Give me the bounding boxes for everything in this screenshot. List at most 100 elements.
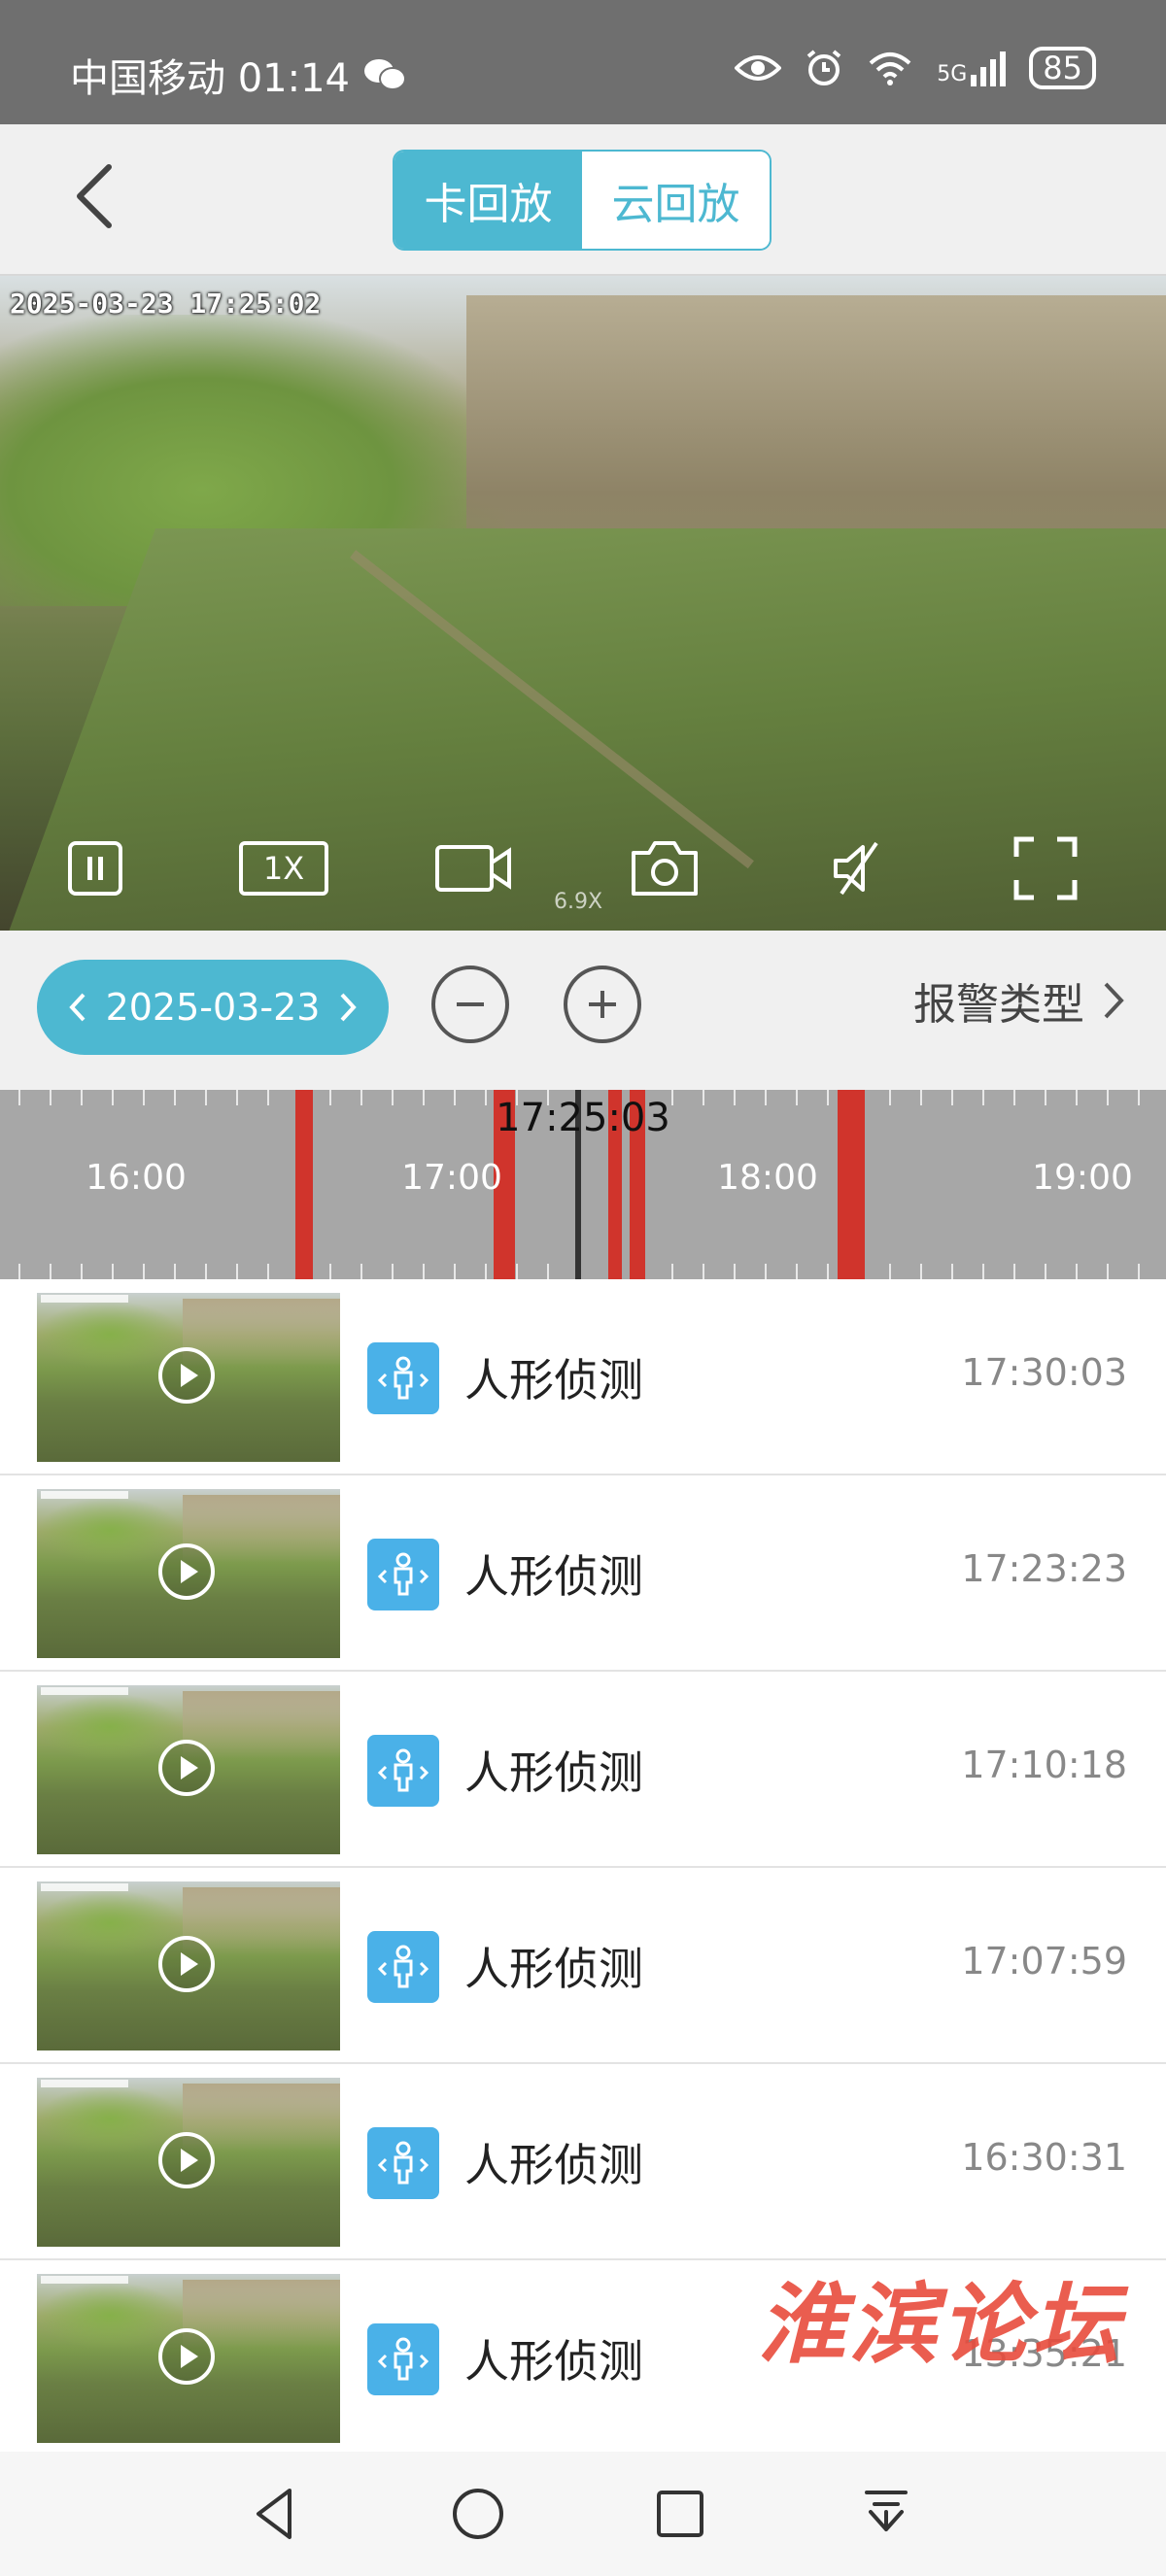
play-icon [158,1347,215,1404]
thumb-timestamp-overlay [41,1883,128,1891]
date-selector: 2025-03-23 [37,960,389,1055]
event-time: 17:07:59 [961,1940,1127,1983]
event-thumbnail[interactable] [37,1685,340,1854]
zoom-in-button[interactable] [564,966,641,1043]
watermark: 淮滨论坛 [758,2273,1123,2376]
plus-icon [589,991,616,1018]
pause-button[interactable] [56,830,134,907]
person-detection-icon [367,1931,439,2003]
current-date[interactable]: 2025-03-23 [106,986,321,1029]
person-glyph-icon [377,2337,429,2381]
play-icon [158,1740,215,1796]
event-thumbnail[interactable] [37,2274,340,2443]
event-time: 17:23:23 [961,1547,1127,1590]
play-icon [158,2328,215,2385]
fullscreen-button[interactable] [1007,830,1084,907]
event-type: 人形侦测 [464,1550,643,1603]
speed-button[interactable]: 1X [239,830,328,907]
person-glyph-icon [377,1356,429,1400]
alarm-type-label: 报警类型 [913,980,1084,1030]
person-detection-icon [367,1342,439,1414]
event-thumbnail[interactable] [37,2078,340,2247]
timeline-label-19: 19:00 [1032,1158,1133,1198]
timeline-current-time: 17:25:03 [496,1096,670,1140]
carrier-time: 中国移动 01:14 [70,56,350,101]
eye-icon [735,55,782,81]
list-item[interactable]: 人形侦测 17:07:59 [0,1868,1166,2064]
video-timestamp: 2025-03-23 17:25:02 [10,288,322,320]
play-icon [158,1936,215,1992]
event-time: 17:30:03 [961,1351,1127,1394]
list-item[interactable]: 人形侦测 17:23:23 [0,1475,1166,1672]
event-time: 16:30:31 [961,2136,1127,2179]
event-type: 人形侦测 [464,1746,643,1799]
alarm-type-filter[interactable]: 报警类型 [913,969,1127,1032]
event-thumbnail[interactable] [37,1881,340,2051]
playback-mode-switch: 卡回放 云回放 [393,150,772,251]
prev-day-icon[interactable] [66,991,89,1024]
battery-indicator: 85 [1029,47,1096,89]
event-thumbnail[interactable] [37,1293,340,1462]
person-glyph-icon [377,1552,429,1596]
timeline-svg: 17:25:03 16:00 17:00 18:00 19:00 [18,1090,1140,1279]
thumb-timestamp-overlay [41,2276,128,2284]
mute-icon [834,841,878,896]
event-type: 人形侦测 [464,2335,643,2388]
zoom-out-button[interactable] [431,966,509,1043]
system-nav-bar [0,2452,1166,2576]
timeline-scrubber[interactable]: 17:25:03 16:00 17:00 18:00 19:00 [0,1090,1166,1279]
signal-icon [971,51,1007,86]
thumb-timestamp-overlay [41,1491,128,1499]
person-detection-icon [367,1539,439,1610]
record-icon [435,845,511,892]
event-marker [838,1090,865,1279]
nav-recents-icon[interactable] [649,2483,711,2545]
event-type: 人形侦测 [464,2139,643,2191]
list-item[interactable]: 人形侦测 17:10:18 [0,1672,1166,1868]
status-right: 5G 85 [735,47,1096,89]
tab-cloud-playback[interactable]: 云回放 [582,152,770,249]
pause-icon [68,841,122,896]
date-toolbar: 2025-03-23 报警类型 [0,931,1166,1090]
minus-icon [457,1002,484,1006]
next-day-icon[interactable] [336,991,360,1024]
record-button[interactable] [435,830,513,907]
person-detection-icon [367,2323,439,2395]
play-icon [158,2132,215,2188]
fullscreen-icon [1013,836,1078,900]
person-glyph-icon [377,2141,429,2185]
event-type: 人形侦测 [464,1354,643,1407]
video-player[interactable]: 2025-03-23 17:25:02 6.9X 1X [0,276,1166,931]
network-type: 5G [937,62,968,86]
wifi-icon [869,52,911,85]
play-icon [158,1543,215,1600]
snapshot-icon [632,841,698,896]
snapshot-button[interactable] [626,830,703,907]
nav-back-icon[interactable] [245,2483,307,2545]
nav-home-icon[interactable] [447,2483,509,2545]
nav-notification-pull-icon[interactable] [855,2483,917,2545]
person-glyph-icon [377,1945,429,1988]
list-item[interactable]: 人形侦测 17:30:03 [0,1279,1166,1475]
event-thumbnail[interactable] [37,1489,340,1658]
timeline-label-16: 16:00 [86,1158,187,1198]
list-item[interactable]: 人形侦测 16:30:31 [0,2064,1166,2260]
mute-button[interactable] [820,830,898,907]
zoom-level: 6.9X [554,890,603,914]
speed-label: 1X [262,850,305,887]
thumb-timestamp-overlay [41,2080,128,2087]
event-marker [295,1090,313,1279]
wechat-icon [364,59,406,90]
back-arrow-icon[interactable] [58,157,136,235]
tab-card-playback[interactable]: 卡回放 [394,152,582,249]
thumb-timestamp-overlay [41,1295,128,1303]
status-bar: 中国移动 01:14 5G 85 [0,0,1166,124]
top-nav: 卡回放 云回放 [0,124,1166,276]
status-left: 中国移动 01:14 [70,47,406,103]
person-detection-icon [367,1735,439,1807]
signal-label: 5G [937,50,1007,86]
timeline-label-17: 17:00 [401,1158,502,1198]
event-type: 人形侦测 [464,1943,643,1995]
alarm-icon [806,50,841,85]
chevron-right-icon [1104,982,1124,1019]
